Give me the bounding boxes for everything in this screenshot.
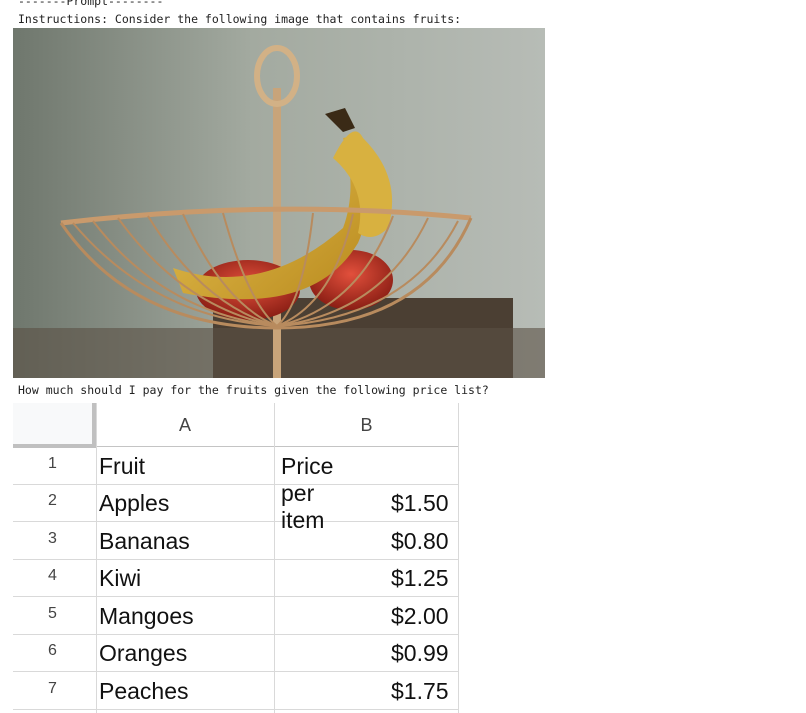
cell-b2[interactable]: $1.50	[391, 490, 449, 517]
cell-a3[interactable]: Bananas	[99, 528, 190, 555]
row-number[interactable]: 6	[13, 642, 92, 660]
row-number[interactable]: 3	[13, 530, 92, 548]
prompt-header: -------Prompt--------	[18, 0, 164, 8]
question-text: How much should I pay for the fruits giv…	[18, 383, 489, 397]
cell-a5[interactable]: Mangoes	[99, 603, 194, 630]
instructions-text: Instructions: Consider the following ima…	[18, 12, 462, 26]
select-all-corner[interactable]	[13, 403, 96, 448]
column-header-a[interactable]: A	[96, 403, 275, 447]
row-number[interactable]: 1	[13, 455, 92, 473]
cell-a1[interactable]: Fruit	[99, 453, 145, 480]
column-header-b[interactable]: B	[275, 403, 459, 447]
cell-b1[interactable]: Price per item	[281, 453, 333, 534]
cell-b5[interactable]: $2.00	[391, 603, 449, 630]
cell-a6[interactable]: Oranges	[99, 640, 187, 667]
cell-b4[interactable]: $1.25	[391, 565, 449, 592]
cell-b6[interactable]: $0.99	[391, 640, 449, 667]
row-number[interactable]: 4	[13, 567, 92, 585]
cell-b3[interactable]: $0.80	[391, 528, 449, 555]
cell-a7[interactable]: Peaches	[99, 678, 189, 705]
row-number[interactable]: 7	[13, 680, 92, 698]
row-number[interactable]: 5	[13, 605, 92, 623]
cell-b7[interactable]: $1.75	[391, 678, 449, 705]
cell-a2[interactable]: Apples	[99, 490, 169, 517]
fruit-basket-photo	[13, 28, 545, 378]
cell-a4[interactable]: Kiwi	[99, 565, 141, 592]
row-number[interactable]: 2	[13, 492, 92, 510]
